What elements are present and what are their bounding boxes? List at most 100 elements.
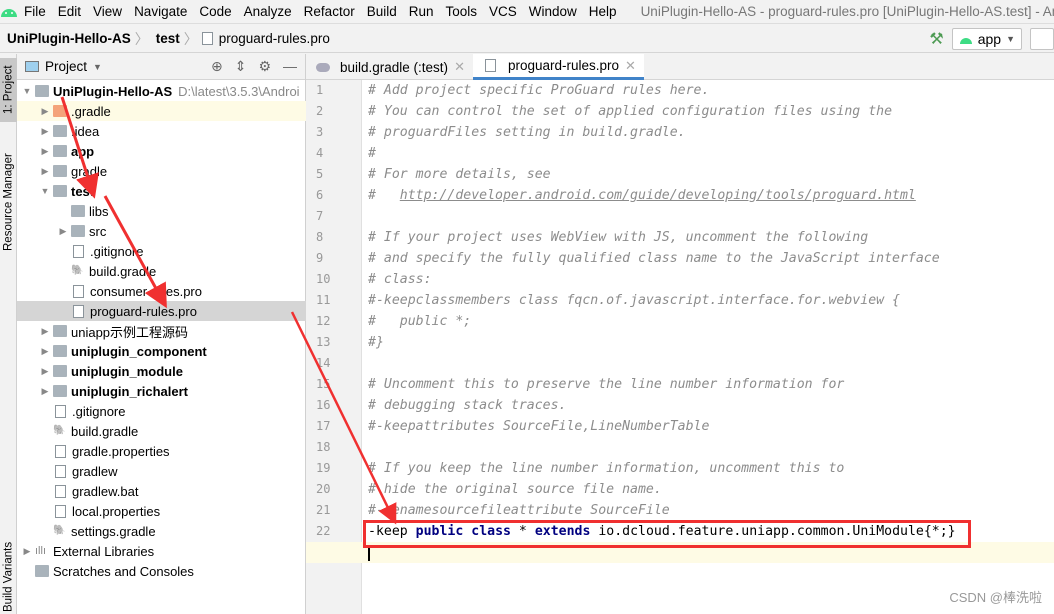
collapse-all-icon[interactable]: ⇕	[235, 58, 247, 75]
expand-right-icon[interactable]: ▶	[57, 226, 69, 237]
project-view-select[interactable]: Project	[45, 59, 87, 74]
menu-run[interactable]: Run	[403, 4, 440, 19]
code-line: # public *;	[368, 314, 472, 329]
device-select-button[interactable]	[1030, 28, 1054, 50]
breadcrumb-module[interactable]: test	[149, 31, 184, 46]
link[interactable]: http://developer.android.com/guide/devel…	[400, 188, 916, 203]
tree-item[interactable]: 🐘 build.gradle	[17, 421, 306, 441]
expand-right-icon[interactable]: ▶	[39, 386, 51, 397]
tree-item[interactable]: libs	[17, 201, 306, 221]
tree-item[interactable]: .gitignore	[17, 401, 306, 421]
expand-down-icon[interactable]: ▼	[21, 86, 33, 96]
tree-item[interactable]: gradlew	[17, 461, 306, 481]
menu-navigate[interactable]: Navigate	[128, 4, 193, 19]
menu-code[interactable]: Code	[193, 4, 237, 19]
tree-item[interactable]: ▶ src	[17, 221, 306, 241]
code-line: #-keepclassmembers class fqcn.of.javascr…	[368, 293, 900, 308]
breadcrumb-project[interactable]: UniPlugin-Hello-AS	[0, 31, 135, 46]
tool-tab-project[interactable]: 1: Project	[0, 58, 17, 122]
hammer-build-icon[interactable]: ⚒	[929, 29, 943, 49]
chevron-down-icon[interactable]: ▼	[93, 62, 102, 72]
editor-tab[interactable]: proguard-rules.pro ✕	[472, 54, 644, 80]
expand-right-icon[interactable]: ▶	[39, 346, 51, 357]
code-line: #-renamesourcefileattribute SourceFile	[368, 503, 670, 518]
expand-right-icon[interactable]: ▶	[39, 166, 51, 177]
expand-right-icon[interactable]: ▶	[39, 126, 51, 137]
close-icon[interactable]: ✕	[625, 58, 636, 74]
tool-tab-resource-manager[interactable]: Resource Manager	[0, 150, 17, 254]
code-line: # class:	[368, 272, 432, 287]
module-icon	[35, 85, 49, 97]
tree-item[interactable]: proguard-rules.pro	[17, 301, 306, 321]
menu-build[interactable]: Build	[361, 4, 403, 19]
line-number: 15	[316, 377, 331, 391]
tree-item-label: build.gradle	[89, 263, 157, 279]
file-icon	[55, 464, 66, 478]
code-line: # and specify the fully qualified class …	[368, 251, 940, 266]
tree-item[interactable]: ▶ app	[17, 141, 306, 161]
module-icon	[53, 345, 67, 357]
tree-item[interactable]: ▼ UniPlugin-Hello-AS D:\latest\3.5.3\Andro…	[17, 81, 306, 101]
expand-right-icon[interactable]: ▶	[39, 366, 51, 377]
menu-refactor[interactable]: Refactor	[298, 4, 361, 19]
file-icon	[55, 404, 66, 418]
expand-right-icon[interactable]: ▶	[39, 106, 51, 117]
tree-item[interactable]: ▼ test	[17, 181, 306, 201]
module-icon	[53, 365, 67, 377]
tree-item[interactable]: .gitignore	[17, 241, 306, 261]
menu-window[interactable]: Window	[523, 4, 583, 19]
tree-item-label: consumer-rules.pro	[90, 283, 202, 299]
breadcrumb-file[interactable]: proguard-rules.pro	[219, 31, 334, 46]
editor-tab[interactable]: build.gradle (:test) ✕	[306, 54, 473, 80]
line-number: 16	[316, 398, 331, 412]
menu-edit[interactable]: Edit	[52, 4, 87, 19]
tree-item[interactable]: ▶ uniapp示例工程源码	[17, 321, 306, 341]
menu-analyze[interactable]: Analyze	[238, 4, 298, 19]
minimize-icon[interactable]: —	[283, 58, 297, 75]
tree-item[interactable]: gradle.properties	[17, 441, 306, 461]
android-module-icon	[53, 145, 67, 157]
tree-item[interactable]: ▶ .idea	[17, 121, 306, 141]
menu-tools[interactable]: Tools	[440, 4, 484, 19]
gradle-icon: 🐘	[53, 525, 66, 536]
expand-right-icon[interactable]: ▶	[39, 326, 51, 337]
code-line: #-keepattributes SourceFile,LineNumberTa…	[368, 419, 710, 434]
menu-view[interactable]: View	[87, 4, 128, 19]
gear-icon[interactable]: ⚙	[258, 58, 271, 75]
tree-item[interactable]: Scratches and Consoles	[17, 561, 306, 581]
navigation-bar: UniPlugin-Hello-AS 〉 test 〉 proguard-rules…	[0, 25, 1054, 53]
expand-right-icon[interactable]: ▶	[39, 146, 51, 157]
line-number: 10	[316, 272, 331, 286]
expand-down-icon[interactable]: ▼	[39, 186, 51, 196]
line-number: 13	[316, 335, 331, 349]
tree-item[interactable]: consumer-rules.pro	[17, 281, 306, 301]
tree-item[interactable]: ▶ uniplugin_richalert	[17, 381, 306, 401]
tree-item[interactable]: ▶ uniplugin_component	[17, 341, 306, 361]
expand-right-icon[interactable]: ▶	[21, 546, 33, 557]
tree-item[interactable]: gradlew.bat	[17, 481, 306, 501]
line-number: 2	[316, 104, 324, 118]
editor-tabs: build.gradle (:test) ✕ proguard-rules.pro ✕	[306, 54, 1054, 80]
locate-icon[interactable]: ⊕	[211, 58, 223, 75]
tree-item[interactable]: ▶ .gradle	[17, 101, 306, 121]
close-icon[interactable]: ✕	[454, 59, 465, 75]
tree-item[interactable]: ▶ uniplugin_module	[17, 361, 306, 381]
tree-item[interactable]: local.properties	[17, 501, 306, 521]
menu-file[interactable]: File	[18, 4, 52, 19]
android-icon	[959, 37, 972, 44]
line-number: 7	[316, 209, 324, 223]
menu-help[interactable]: Help	[583, 4, 623, 19]
project-panel: Project ▼ ⊕ ⇕ ⚙ — ▼ UniPlugin-Hello-AS D:\…	[17, 54, 306, 614]
tree-item[interactable]: 🐘 settings.gradle	[17, 521, 306, 541]
folder-icon	[53, 165, 67, 177]
tree-item[interactable]: ▶ gradle	[17, 161, 306, 181]
line-number: 14	[316, 356, 331, 370]
tree-item[interactable]: ▶ ıllı External Libraries	[17, 541, 306, 561]
line-number: 20	[316, 482, 331, 496]
tree-item-label: External Libraries	[53, 543, 155, 559]
menu-vcs[interactable]: VCS	[483, 4, 523, 19]
tool-tab-build-variants[interactable]: Build Variants	[0, 540, 17, 614]
tree-item[interactable]: 🐘 build.gradle	[17, 261, 306, 281]
run-config-select[interactable]: app ▼	[951, 28, 1022, 50]
annotation-highlight-box	[363, 520, 971, 548]
